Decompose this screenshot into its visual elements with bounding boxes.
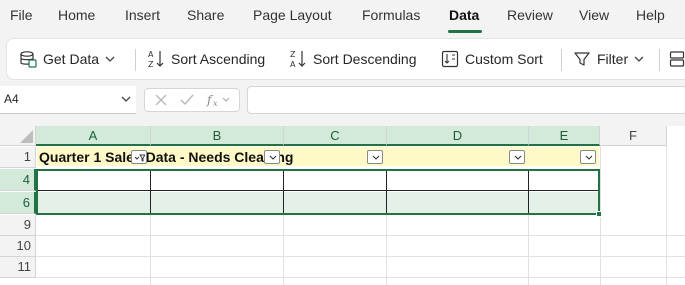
sort-ascending-label: Sort Ascending [171,51,266,67]
tab-insert[interactable]: Insert [125,7,160,23]
selection-range[interactable] [36,169,600,215]
svg-text:A: A [290,60,296,69]
formula-actions: f x [144,88,240,112]
select-all-icon [20,130,33,143]
gridline [36,277,685,278]
filter-dropdown-b[interactable] [264,150,280,164]
row-header-4[interactable]: 4 [0,169,36,191]
cancel-icon[interactable] [153,92,169,108]
data-tools-icon [669,51,685,67]
svg-text:A: A [148,50,154,59]
gridline [386,214,387,285]
tab-data[interactable]: Data [449,7,479,23]
chevron-down-icon [105,56,115,62]
tab-review[interactable]: Review [507,7,553,23]
custom-sort-label: Custom Sort [465,51,543,67]
column-header-a[interactable]: A [36,126,151,146]
filter-dropdown-d[interactable] [509,150,525,164]
name-box-value: A4 [4,92,19,106]
custom-sort-icon [441,50,459,68]
get-data-button[interactable]: Get Data [19,39,115,79]
custom-sort-button[interactable]: Custom Sort [441,39,543,79]
filter-dropdown-e[interactable] [580,150,596,164]
tab-file[interactable]: File [10,7,33,23]
tab-help[interactable]: Help [636,7,665,23]
svg-text:x: x [213,99,218,108]
tab-view[interactable]: View [579,7,609,23]
gridline [36,256,685,257]
insert-function-icon[interactable]: f x [205,92,233,108]
chevron-down-icon [514,155,522,160]
column-header-e[interactable]: E [529,126,600,146]
get-data-label: Get Data [43,51,100,67]
row-header-9[interactable]: 9 [0,215,36,236]
enter-check-icon[interactable] [179,92,195,108]
sort-descending-button[interactable]: Z A Sort Descending [289,39,417,79]
fill-handle[interactable] [596,211,602,217]
row-header-6[interactable]: 6 [0,192,36,214]
sort-descending-label: Sort Descending [313,51,417,67]
chevron-down-icon[interactable] [120,93,132,105]
name-box[interactable]: A4 [0,86,136,114]
row-header-11[interactable]: 11 [0,257,36,278]
ribbon-divider [659,49,660,71]
gridline [666,146,667,285]
formula-input[interactable] [247,86,685,114]
sort-ascending-icon: A Z [148,50,164,69]
filter-button[interactable]: Filter [573,39,644,79]
ribbon: Get Data A Z Sort Ascending Z A Sort Des… [6,38,685,80]
gridline [150,214,151,285]
column-header-f[interactable]: F [600,126,667,146]
ribbon-divider [135,49,136,71]
active-tab-indicator [448,30,482,33]
svg-text:Z: Z [148,60,154,69]
database-icon [20,51,37,68]
sort-ascending-button[interactable]: A Z Sort Ascending [147,39,265,79]
sort-descending-icon: Z A [290,50,306,69]
svg-text:Z: Z [290,50,296,59]
gridline [36,235,685,236]
tab-page-layout[interactable]: Page Layout [253,7,332,23]
filter-dropdown-c[interactable] [367,150,383,164]
column-header-b[interactable]: B [151,126,284,146]
select-all-corner[interactable] [0,126,36,146]
more-ribbon-button[interactable] [669,39,685,79]
chevron-down-icon [634,56,644,62]
row-header-1[interactable]: 1 [0,147,36,168]
filter-label: Filter [597,51,629,67]
filter-icon [574,52,590,66]
filter-dropdown-a[interactable] [131,150,147,164]
chevron-down-icon [269,155,277,160]
column-header-c[interactable]: C [284,126,387,146]
ribbon-divider [561,49,562,71]
menu-bar: File Home Insert Share Page Layout Formu… [0,0,685,34]
cell-a1[interactable]: Quarter 1 Sales Data - Needs Cleaning [39,149,293,165]
gridline [283,214,284,285]
filter-active-icon [135,154,145,162]
formula-bar: A4 f x [0,86,685,114]
tab-formulas[interactable]: Formulas [362,7,420,23]
gridline [528,214,529,285]
row-header-10[interactable]: 10 [0,236,36,257]
chevron-down-icon [585,155,593,160]
column-header-d[interactable]: D [387,126,529,146]
tab-home[interactable]: Home [58,7,95,23]
chevron-down-icon [372,155,380,160]
tab-share[interactable]: Share [187,7,224,23]
